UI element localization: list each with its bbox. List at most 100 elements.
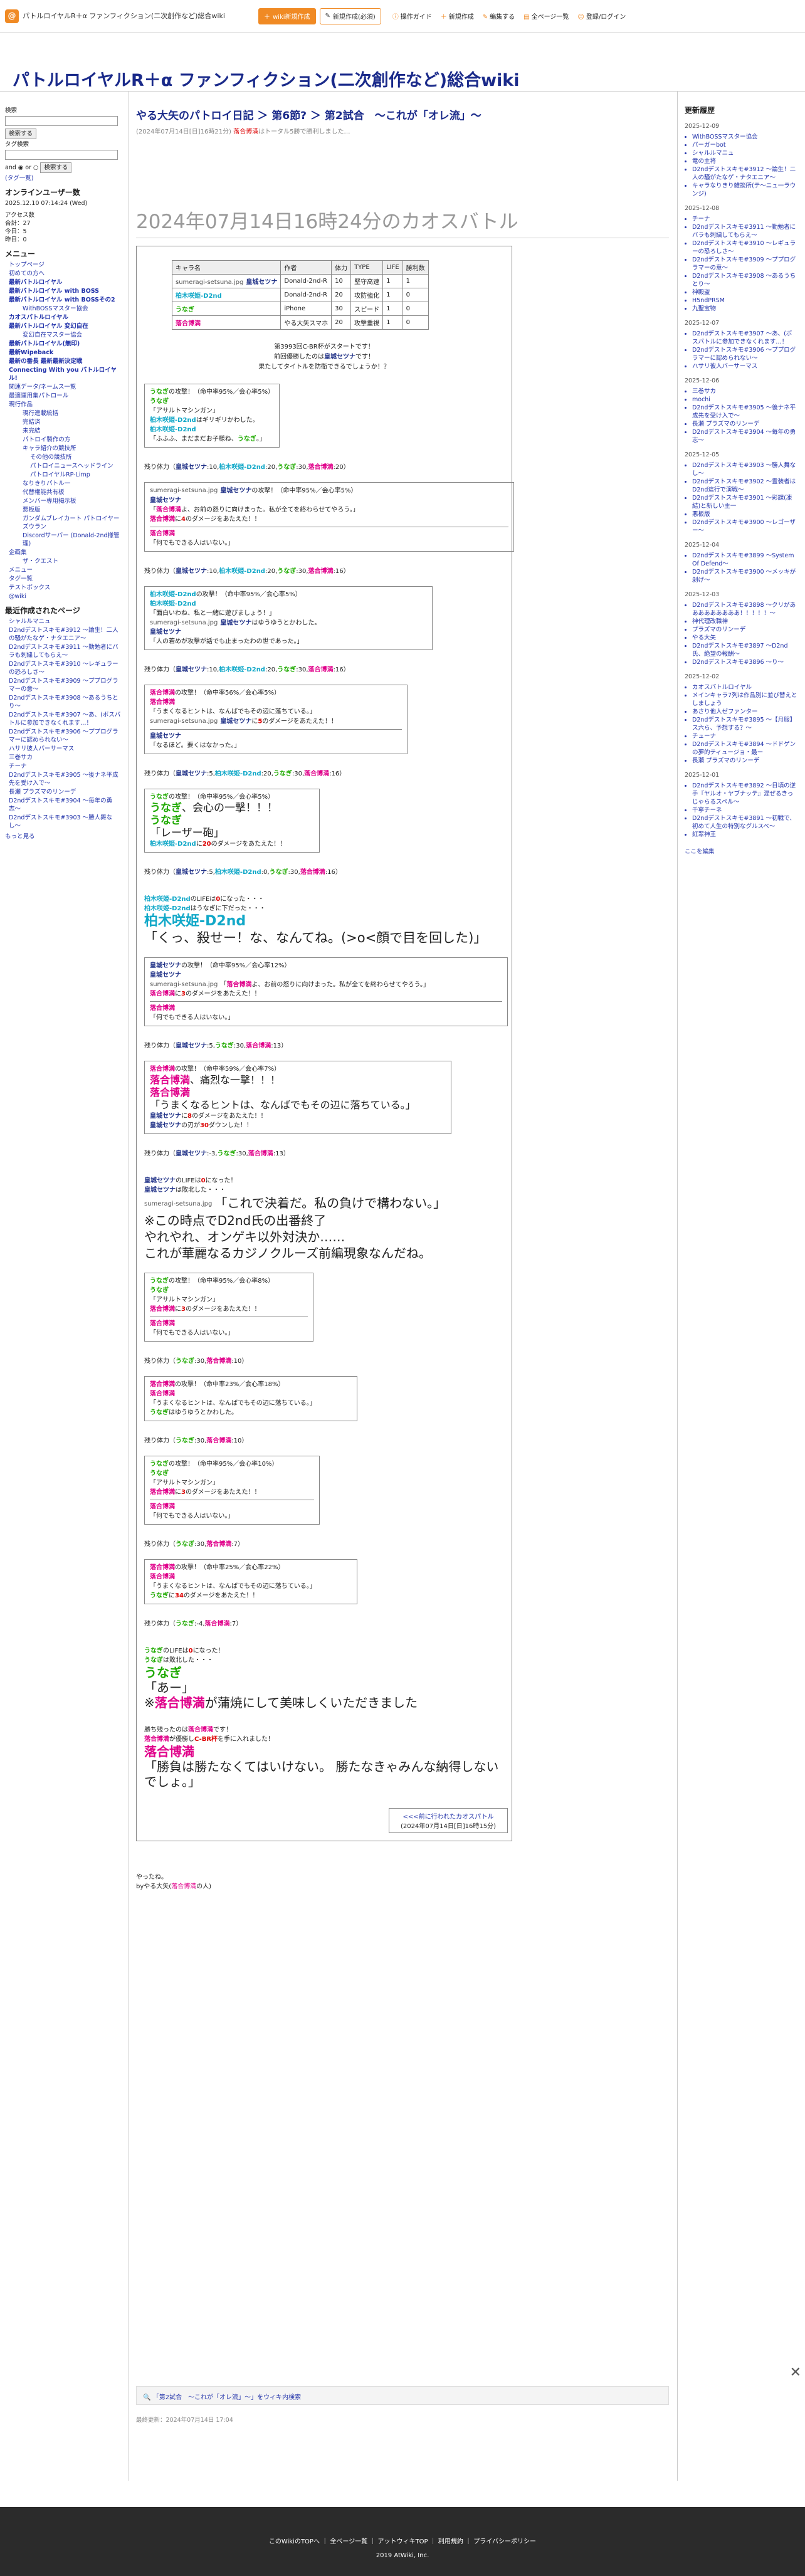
history-item[interactable]: D2ndデストスキモ#3906 〜ププログラマーに認められない〜: [692, 346, 797, 362]
recent-page-link[interactable]: 長瀬 プラズマのリンーデ: [9, 788, 121, 796]
history-item[interactable]: チューナ: [692, 732, 797, 740]
tag-search-input[interactable]: [5, 150, 118, 160]
history-item[interactable]: D2ndデストスキモ#3907 〜あ、(ボスバトルに参加できなくれます…！: [692, 330, 797, 346]
tag-list-link[interactable]: (タグ一覧): [5, 174, 121, 182]
header-title[interactable]: パトルロイヤルR＋α ファンフィクション(二次創作など)総合wiki: [23, 12, 255, 20]
create-required-button[interactable]: ✎ 新規作成(必須): [319, 8, 381, 24]
recent-page-link[interactable]: チーナ: [9, 762, 121, 770]
menu-item[interactable]: 初めての方へ: [9, 270, 121, 278]
recent-page-link[interactable]: D2ndデストスキモ#3910 〜レギュラーの恐ろしさ〜: [9, 660, 121, 676]
history-item[interactable]: D2ndデストスキモ#3900 〜メッキが剥げ〜: [692, 568, 797, 584]
history-item[interactable]: あさり他人ゼファンター: [692, 708, 797, 716]
menu-item[interactable]: パトロイヤルRP-Limp: [30, 471, 121, 479]
menu-item[interactable]: Connecting With you パトルロイヤル!: [9, 366, 121, 382]
menu-item[interactable]: 関連データ/ネームス一覧: [9, 383, 121, 391]
menu-item[interactable]: 最新パトルロイヤル with BOSS: [9, 287, 121, 295]
menu-item[interactable]: パトロイ製作の方: [23, 436, 121, 444]
history-item[interactable]: D2ndデストスキモ#3909 〜ププログラマーの意〜: [692, 256, 797, 272]
history-item[interactable]: 神代理改職神: [692, 618, 797, 626]
wiki-search-bar[interactable]: 🔍 「第2試合 〜これが「オレ流」〜」をウィキ内検索: [136, 2386, 669, 2405]
nav-all-pages[interactable]: ▤ 全ページ一覧: [524, 11, 569, 21]
menu-item[interactable]: トップページ: [9, 261, 121, 269]
history-item[interactable]: D2ndデストスキモ#3903 〜勝人舞なし〜: [692, 461, 797, 478]
menu-item[interactable]: 悪板版: [23, 506, 121, 514]
menu-item[interactable]: なりきりパトル一: [23, 480, 121, 488]
history-item[interactable]: D2ndデストスキモ#3911 〜勤勉者にバラも刺繍してもらえ〜: [692, 223, 797, 239]
recent-page-link[interactable]: D2ndデストスキモ#3907 〜あ、(ボスバトルに参加できなくれます…！: [9, 711, 121, 727]
recent-page-link[interactable]: D2ndデストスキモ#3909 〜ププログラマーの意〜: [9, 677, 121, 693]
footer-link[interactable]: このWikiのTOPへ: [269, 2538, 320, 2545]
menu-item[interactable]: メンバー専用掲示板: [23, 497, 121, 505]
search-button[interactable]: 検索する: [5, 129, 37, 139]
history-item[interactable]: 三巻サカ: [692, 387, 797, 396]
history-item[interactable]: D2ndデストスキモ#3895 〜【月服】ス六ら、予想する？〜: [692, 716, 797, 732]
menu-item[interactable]: ガンダムブレイカート パトロイヤーズウラン: [23, 515, 121, 531]
menu-item[interactable]: 代替権能共有板: [23, 488, 121, 497]
menu-item[interactable]: 現行作品: [9, 401, 121, 409]
close-icon[interactable]: ✕: [790, 2365, 801, 2380]
or-radio[interactable]: ○: [33, 164, 38, 171]
history-item[interactable]: カオスパトルロイヤル: [692, 683, 797, 691]
footer-link[interactable]: 全ページ一覧: [330, 2538, 367, 2545]
history-item[interactable]: 長瀬 プラズマのリンーデ: [692, 420, 797, 428]
prev-battle-label[interactable]: <<<前に行われたカオスパトル: [392, 1811, 505, 1821]
history-item[interactable]: D2ndデストスキモ#3901 〜彩課(凍結)と新しい主一: [692, 494, 797, 510]
history-item[interactable]: パーガーbot: [692, 141, 797, 149]
history-item[interactable]: D2ndデストスキモ#3898 〜クリがあああああああああ！！！！！〜: [692, 601, 797, 618]
edit-here-link[interactable]: ここを編集: [685, 848, 797, 856]
menu-item[interactable]: ザ・クエスト: [23, 557, 121, 565]
breadcrumb[interactable]: やる大矢のパトロイ日記 ＞ 第6節? ＞ 第2試合 〜これが「オレ流」〜: [136, 107, 669, 122]
history-item[interactable]: D2ndデストスキモ#3908 〜あるうちとり〜: [692, 272, 797, 288]
history-item[interactable]: 紅翠神王: [692, 831, 797, 839]
history-item[interactable]: WithBOSSマスター協会: [692, 133, 797, 141]
history-item[interactable]: D2ndデストスキモ#3912 〜論生！二人の騒がたなゲ・ナタエニア〜: [692, 166, 797, 182]
history-item[interactable]: プラズマのリンーデ: [692, 626, 797, 634]
menu-item[interactable]: 企画集: [9, 549, 121, 557]
menu-item[interactable]: テストボックス: [9, 584, 121, 592]
menu-item[interactable]: 最新パトルロイヤル(無印): [9, 340, 121, 348]
menu-item[interactable]: 変幻自在マスター協会: [23, 331, 121, 339]
recent-page-link[interactable]: D2ndデストスキモ#3905 〜後ナネ平成先を受け入で〜: [9, 771, 121, 787]
history-item[interactable]: mochi: [692, 396, 797, 404]
nav-new[interactable]: ＋新規作成: [441, 11, 474, 21]
menu-item[interactable]: 完結済: [23, 418, 121, 426]
nav-login[interactable]: ☺ 登録/ログイン: [577, 11, 626, 21]
history-item[interactable]: D2ndデストスキモ#3897 〜D2nd氏、絶望の報酬〜: [692, 642, 797, 658]
menu-item[interactable]: 最新の番長 最新最新決定戦: [9, 357, 121, 365]
history-item[interactable]: 神殿盗: [692, 288, 797, 297]
menu-item[interactable]: パトロイニュースへッドライン: [30, 462, 121, 470]
history-item[interactable]: 長瀬 プラズマのリンーデ: [692, 757, 797, 765]
menu-item[interactable]: WithBOSSマスター協会: [23, 305, 121, 313]
menu-item[interactable]: 最新パトルロイヤル: [9, 278, 121, 287]
footer-link[interactable]: アットウィキTOP: [378, 2538, 428, 2545]
nav-edit[interactable]: ✎ 編集する: [483, 11, 515, 21]
history-item[interactable]: やる大矢: [692, 634, 797, 642]
footer-link[interactable]: プライバシーポリシー: [473, 2538, 536, 2545]
more-link[interactable]: もっと見る: [5, 833, 121, 841]
menu-item[interactable]: キャラ紹介の競技所: [23, 444, 121, 453]
recent-page-link[interactable]: ハサリ彼人バーサーマス: [9, 745, 121, 753]
history-item[interactable]: チーナ: [692, 215, 797, 223]
menu-item[interactable]: 最適運用集パトロール: [9, 392, 121, 400]
menu-item[interactable]: 現行連載統括: [23, 409, 121, 418]
menu-item[interactable]: 最新Wipeback: [9, 349, 121, 357]
menu-item[interactable]: 最新パトルロイヤル with BOSSその2: [9, 296, 121, 304]
history-item[interactable]: 竜の主将: [692, 157, 797, 166]
menu-item[interactable]: その他の競技所: [30, 453, 121, 461]
history-item[interactable]: D2ndデストスキモ#3892 〜日頃の逆手『ヤルオ・ヤブナッテ』混ぜるきっじゃ…: [692, 782, 797, 806]
footer-link[interactable]: 利用規約: [438, 2538, 463, 2545]
history-item[interactable]: D2ndデストスキモ#3902 〜霊装者はD2nd這行で演戦〜: [692, 478, 797, 494]
history-item[interactable]: D2ndデストスキモ#3904 〜毎年の勇志〜: [692, 428, 797, 444]
recent-page-link[interactable]: シャルルマニュ: [9, 618, 121, 626]
nav-guide[interactable]: ⓘ 操作ガイド: [392, 11, 432, 21]
menu-item[interactable]: @wiki: [9, 592, 121, 601]
history-item[interactable]: D2ndデストスキモ#3905 〜後ナネ平成先を受け入で〜: [692, 404, 797, 420]
recent-page-link[interactable]: D2ndデストスキモ#3908 〜あるうちとり〜: [9, 694, 121, 710]
history-item[interactable]: 九聖宝物: [692, 305, 797, 313]
menu-item[interactable]: 最新パトルロイヤル 変幻自在: [9, 322, 121, 330]
tag-search-button[interactable]: 検索する: [40, 162, 72, 173]
history-item[interactable]: D2ndデストスキモ#3891 〜初戦で、初めて人生の特別なグルスベ〜: [692, 814, 797, 831]
history-item[interactable]: D2ndデストスキモ#3896 〜り〜: [692, 658, 797, 666]
recent-page-link[interactable]: D2ndデストスキモ#3904 〜毎年の勇志〜: [9, 797, 121, 813]
menu-item[interactable]: カオスパトルロイヤル: [9, 313, 121, 322]
